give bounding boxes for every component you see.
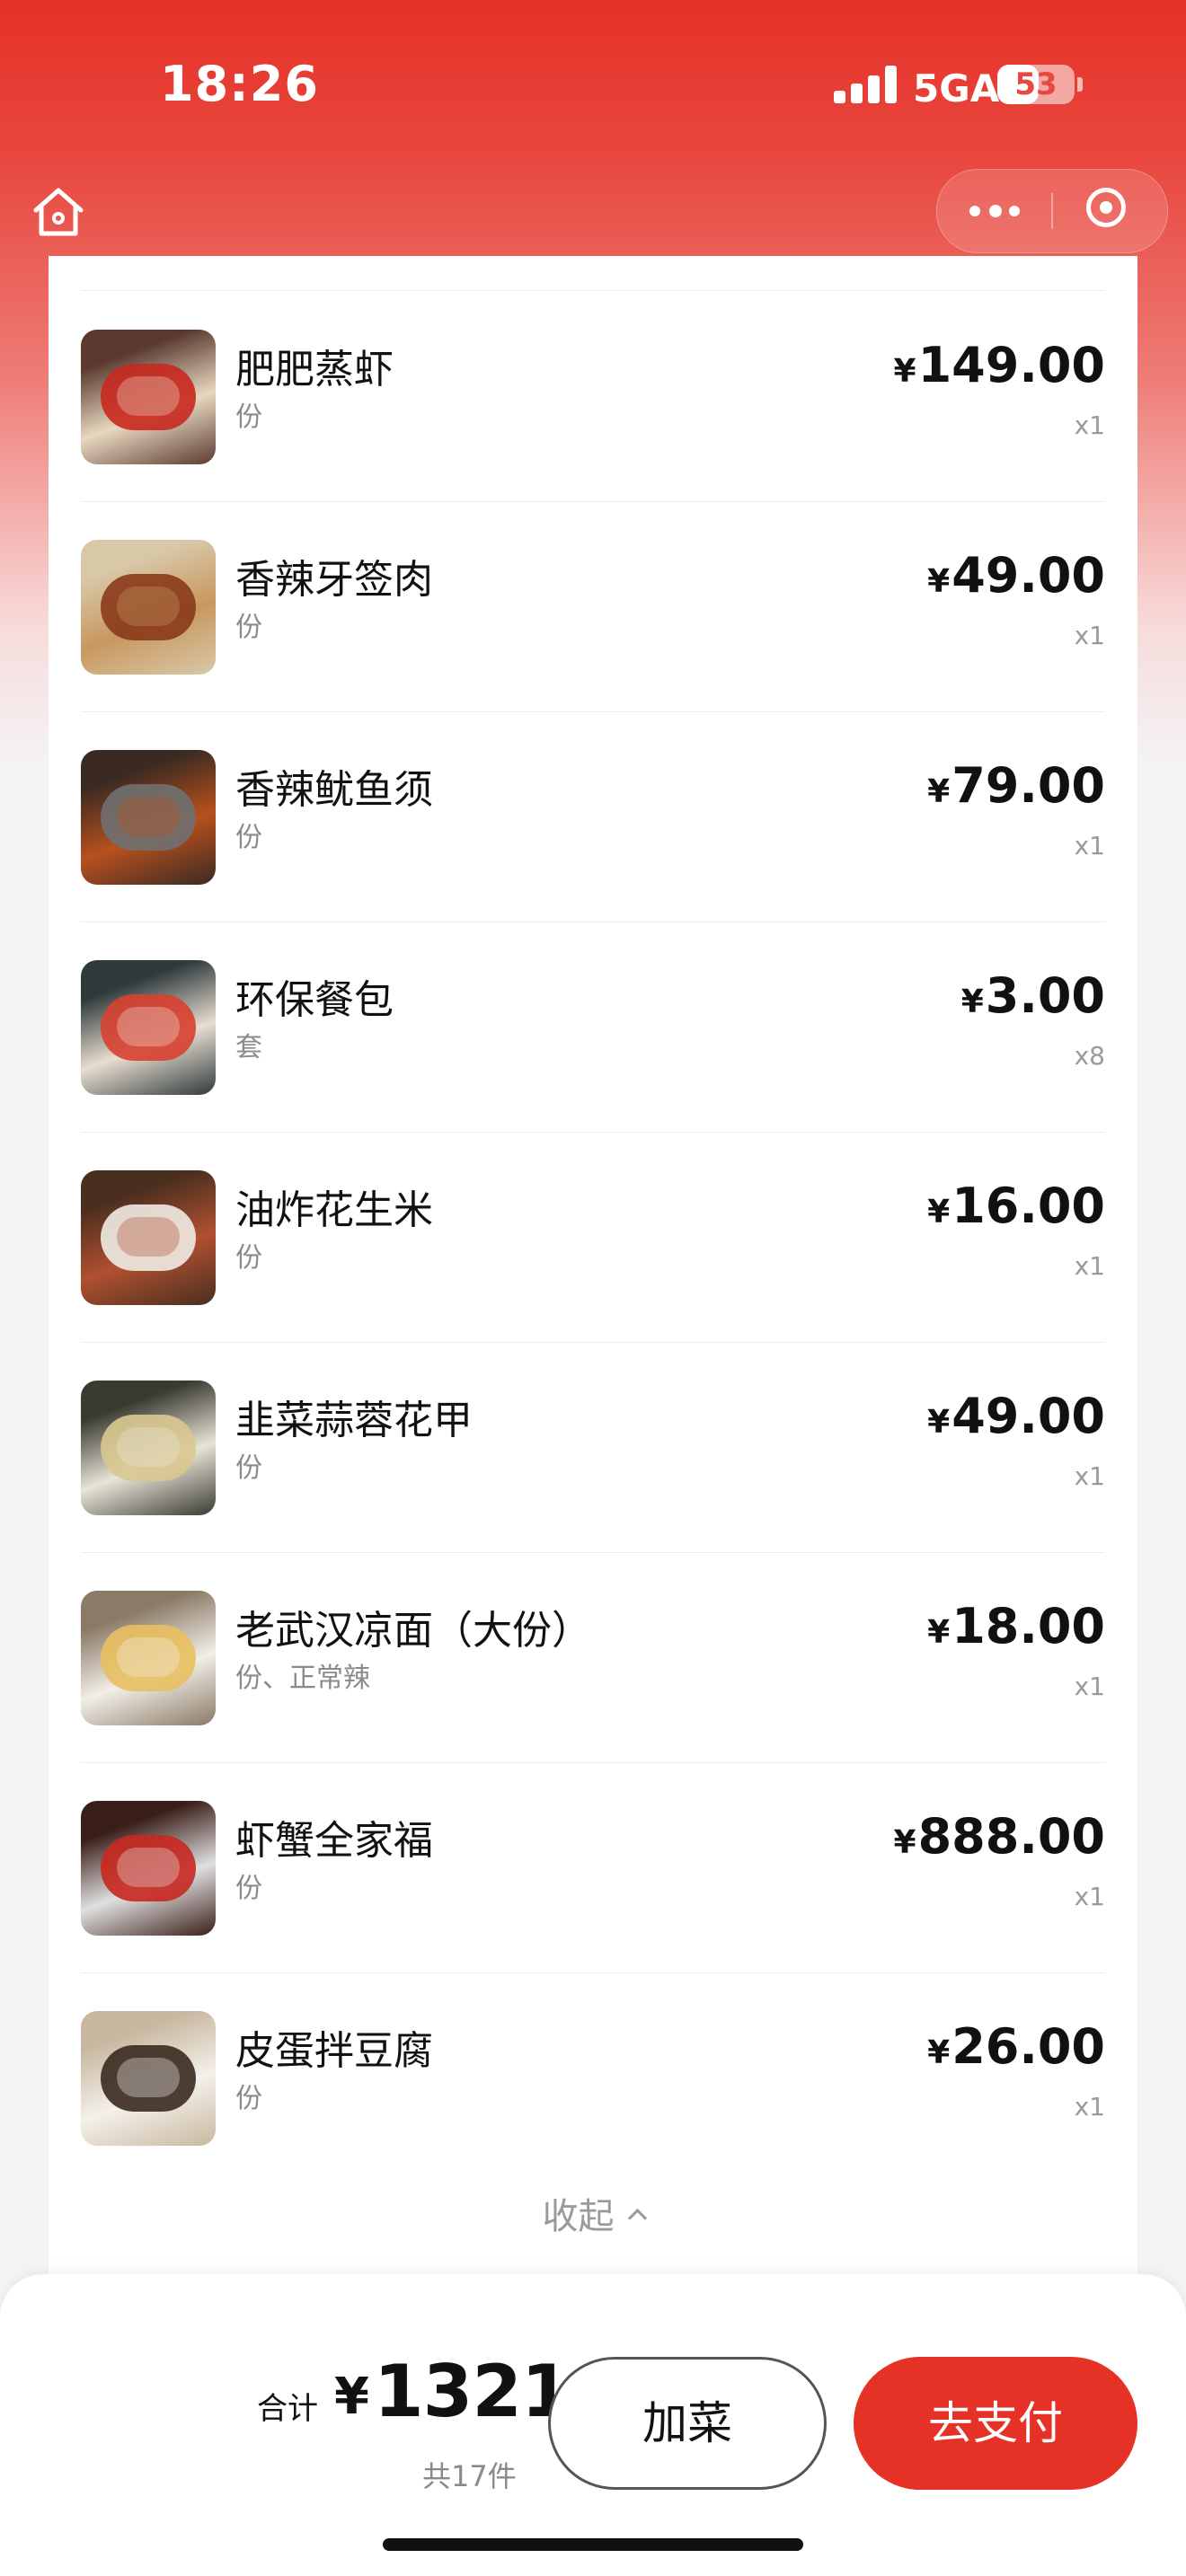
item-name: 皮蛋拌豆腐 xyxy=(235,2028,433,2074)
item-price-value: 18.00 xyxy=(951,1598,1105,1654)
item-price: ¥26.00 xyxy=(927,2018,1105,2075)
home-indicator xyxy=(383,2538,803,2551)
collapse-button[interactable]: 收起 xyxy=(49,2187,1137,2239)
item-price: ¥149.00 xyxy=(894,337,1105,393)
item-price-value: 888.00 xyxy=(917,1808,1105,1865)
item-quantity: x1 xyxy=(1074,410,1105,440)
order-item[interactable]: 香辣鱿鱼须份 ¥79.00 x1 xyxy=(81,712,1105,922)
item-currency: ¥ xyxy=(927,563,951,600)
item-currency: ¥ xyxy=(960,984,984,1020)
item-price-value: 49.00 xyxy=(951,1388,1105,1444)
item-name: 虾蟹全家福 xyxy=(235,1818,433,1864)
item-currency: ¥ xyxy=(927,1614,951,1651)
item-price: ¥49.00 xyxy=(927,547,1105,604)
item-spec: 份 xyxy=(235,1242,262,1274)
dish-thumbnail xyxy=(81,1591,216,1725)
item-price-value: 26.00 xyxy=(951,2018,1105,2075)
order-item[interactable]: 香辣牙签肉份 ¥49.00 x1 xyxy=(81,502,1105,712)
item-name: 油炸花生米 xyxy=(235,1187,433,1233)
checkout-bar: 合计 ¥ 1321 共17件 加菜 去支付 xyxy=(0,2274,1186,2576)
item-currency: ¥ xyxy=(927,2034,951,2071)
order-item[interactable]: 油炸花生米份 ¥16.00 x1 xyxy=(81,1133,1105,1343)
item-name: 香辣鱿鱼须 xyxy=(235,767,433,813)
chevron-up-icon xyxy=(627,2208,647,2228)
item-currency: ¥ xyxy=(927,773,951,810)
item-currency: ¥ xyxy=(893,1824,916,1861)
item-name: 香辣牙签肉 xyxy=(235,557,433,603)
dish-thumbnail xyxy=(81,1801,216,1936)
item-quantity: x1 xyxy=(1074,621,1105,650)
item-quantity: x1 xyxy=(1074,2092,1105,2122)
order-item[interactable]: 韭菜蒜蓉花甲份 ¥49.00 x1 xyxy=(81,1343,1105,1553)
item-spec: 份、正常辣 xyxy=(235,1663,370,1694)
item-name: 肥肥蒸虾 xyxy=(235,347,394,393)
order-item[interactable]: 虾蟹全家福份 ¥888.00 x1 xyxy=(81,1763,1105,1973)
item-price-value: 149.00 xyxy=(917,337,1105,393)
dish-thumbnail xyxy=(81,330,216,464)
dish-thumbnail xyxy=(81,2011,216,2146)
item-quantity: x1 xyxy=(1074,1251,1105,1281)
item-price-value: 49.00 xyxy=(951,547,1105,604)
item-price-value: 3.00 xyxy=(985,967,1105,1024)
item-name: 环保餐包 xyxy=(235,977,394,1023)
status-time: 18:26 xyxy=(160,56,319,112)
dish-thumbnail xyxy=(81,960,216,1095)
item-price: ¥16.00 xyxy=(927,1178,1105,1234)
item-spec: 份 xyxy=(235,401,262,433)
item-currency: ¥ xyxy=(927,1194,951,1231)
signal-icon xyxy=(834,66,897,103)
item-currency: ¥ xyxy=(927,1404,951,1441)
item-price: ¥49.00 xyxy=(927,1388,1105,1444)
battery-level: 53 xyxy=(1014,66,1058,102)
order-item[interactable]: 环保餐包套 ¥3.00 x8 xyxy=(81,922,1105,1133)
item-currency: ¥ xyxy=(893,353,916,390)
divider xyxy=(81,290,1105,291)
order-item[interactable]: 皮蛋拌豆腐份 ¥26.00 x1 xyxy=(81,1973,1105,2183)
dish-thumbnail xyxy=(81,1381,216,1515)
add-dish-button[interactable]: 加菜 xyxy=(548,2357,827,2490)
item-quantity: x1 xyxy=(1074,1882,1105,1911)
dish-thumbnail xyxy=(81,750,216,885)
item-name: 老武汉凉面（大份） xyxy=(235,1608,591,1654)
more-dots-icon[interactable] xyxy=(937,170,1052,252)
item-price: ¥888.00 xyxy=(894,1808,1105,1865)
order-item[interactable]: 肥肥蒸虾份 ¥149.00 x1 xyxy=(81,292,1105,502)
item-count: 共17件 xyxy=(422,2459,517,2493)
item-spec: 份 xyxy=(235,1452,262,1484)
item-price: ¥3.00 xyxy=(961,967,1105,1024)
item-spec: 份 xyxy=(235,2083,262,2114)
mini-program-capsule xyxy=(936,169,1168,253)
item-spec: 套 xyxy=(235,1032,262,1063)
item-price-value: 16.00 xyxy=(951,1178,1105,1234)
item-quantity: x1 xyxy=(1074,1461,1105,1491)
item-price: ¥18.00 xyxy=(927,1598,1105,1654)
item-quantity: x1 xyxy=(1074,1672,1105,1701)
item-name: 韭菜蒜蓉花甲 xyxy=(235,1398,473,1443)
total-label: 合计 xyxy=(257,2391,318,2427)
total-amount: 1321 xyxy=(374,2350,571,2433)
item-spec: 份 xyxy=(235,612,262,643)
item-price-value: 79.00 xyxy=(951,757,1105,814)
order-item[interactable]: 老武汉凉面（大份） 份、正常辣 ¥18.00 x1 xyxy=(81,1553,1105,1763)
target-circle-icon[interactable] xyxy=(1052,170,1167,252)
pay-button[interactable]: 去支付 xyxy=(854,2357,1137,2490)
network-type: 5GA xyxy=(913,66,1000,110)
dish-thumbnail xyxy=(81,540,216,675)
dish-thumbnail xyxy=(81,1170,216,1305)
total-currency: ¥ xyxy=(334,2368,369,2426)
item-spec: 份 xyxy=(235,822,262,853)
order-items-card: 肥肥蒸虾份 ¥149.00 x1 香辣牙签肉份 ¥49.00 x1 香辣鱿鱼须份 ¥79.00… xyxy=(49,256,1137,2290)
item-quantity: x8 xyxy=(1074,1041,1105,1071)
collapse-label: 收起 xyxy=(542,2196,615,2237)
home-icon[interactable] xyxy=(27,180,90,243)
battery-icon: 53 xyxy=(997,65,1075,104)
battery-tip xyxy=(1077,77,1083,92)
item-spec: 份 xyxy=(235,1873,262,1904)
item-price: ¥79.00 xyxy=(927,757,1105,814)
status-bar: 18:26 5GA 53 xyxy=(0,0,1186,171)
item-quantity: x1 xyxy=(1074,831,1105,860)
